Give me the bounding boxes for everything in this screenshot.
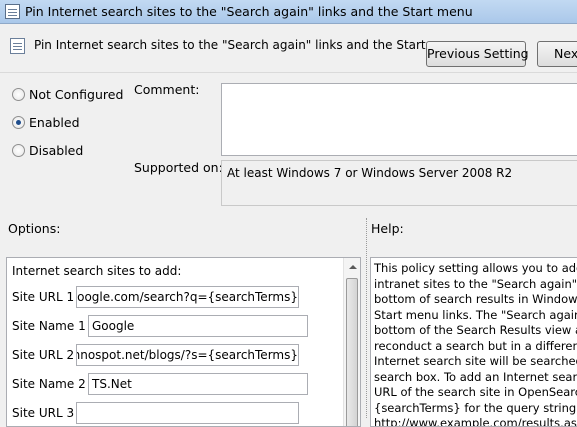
supported-on-label: Supported on: xyxy=(134,160,223,175)
help-line: search box. To add an Internet search si… xyxy=(374,369,577,384)
dialog-header: Pin Internet search sites to the "Search… xyxy=(0,25,577,73)
site-url-3-label: Site URL 3 xyxy=(12,406,75,420)
help-panel: This policy setting allows you to add In… xyxy=(370,257,577,427)
radio-circle[interactable] xyxy=(12,88,25,101)
window-title: Pin Internet search sites to the "Search… xyxy=(25,4,473,19)
comment-label: Comment: xyxy=(134,82,200,97)
help-line: Internet search site will be searched wi… xyxy=(374,354,577,368)
policy-setting-icon xyxy=(10,38,25,54)
site-name-2-label: Site Name 2 xyxy=(12,377,86,391)
site-name-2-input[interactable]: TS.Net xyxy=(88,373,308,395)
site-url-2-label: Site URL 2 xyxy=(12,348,75,362)
next-setting-button[interactable]: Next xyxy=(537,41,577,67)
pane-splitter[interactable] xyxy=(366,218,367,418)
help-line: bottom of search results in Windows Expl… xyxy=(374,292,577,306)
radio-circle-selected[interactable] xyxy=(12,116,25,129)
site-url-3-input[interactable] xyxy=(76,402,299,424)
policy-setting-icon xyxy=(5,4,20,19)
radio-label: Disabled xyxy=(29,143,84,158)
radio-label: Enabled xyxy=(29,115,80,130)
help-line: URL of the search site in OpenSearch for… xyxy=(374,385,577,399)
setting-title: Pin Internet search sites to the "Search… xyxy=(34,38,464,52)
site-url-2-value: http://www.technospot.net/blogs/?s={sear… xyxy=(77,348,298,362)
enabled-radio[interactable]: Enabled xyxy=(12,115,80,130)
options-label: Options: xyxy=(8,221,61,236)
not-configured-radio[interactable]: Not Configured xyxy=(12,87,123,102)
scroll-up-arrow-icon[interactable] xyxy=(349,265,357,269)
supported-on-value: At least Windows 7 or Windows Server 200… xyxy=(227,166,513,180)
options-caption: Internet search sites to add: xyxy=(12,264,182,278)
site-url-2-input[interactable]: http://www.technospot.net/blogs/?s={sear… xyxy=(76,344,299,366)
site-url-1-value: http://www.google.com/search?q={searchTe… xyxy=(76,290,298,304)
options-panel: Internet search sites to add: Site URL 1… xyxy=(6,257,361,427)
site-name-1-input[interactable]: Google xyxy=(88,315,308,337)
scroll-thumb[interactable] xyxy=(346,278,358,426)
previous-setting-button[interactable]: Previous Setting xyxy=(426,41,529,67)
radio-circle[interactable] xyxy=(12,144,25,157)
radio-label: Not Configured xyxy=(29,87,124,102)
disabled-radio[interactable]: Disabled xyxy=(12,143,83,158)
help-line: bottom of the Search Results view allow … xyxy=(374,323,577,337)
comment-textarea[interactable] xyxy=(221,83,577,156)
help-line: intranet sites to the "Search again" lin… xyxy=(374,276,577,291)
help-line: This policy setting allows you to add In… xyxy=(374,261,577,275)
title-bar: Pin Internet search sites to the "Search… xyxy=(0,0,577,24)
help-line: reconduct a search but in a different lo… xyxy=(374,338,577,353)
options-scrollbar[interactable] xyxy=(343,258,360,426)
site-name-1-label: Site Name 1 xyxy=(12,319,86,333)
supported-on-box: At least Windows 7 or Windows Server 200… xyxy=(221,160,577,206)
help-line: http://www.example.com/results.aspx?q={s… xyxy=(374,416,577,427)
help-label: Help: xyxy=(371,221,404,236)
help-line: Start menu links. The "Search again" lin… xyxy=(374,307,577,322)
site-url-1-input[interactable]: http://www.google.com/search?q={searchTe… xyxy=(76,286,299,308)
site-url-1-label: Site URL 1 xyxy=(12,290,75,304)
help-text: This policy setting allows you to add In… xyxy=(374,261,577,427)
